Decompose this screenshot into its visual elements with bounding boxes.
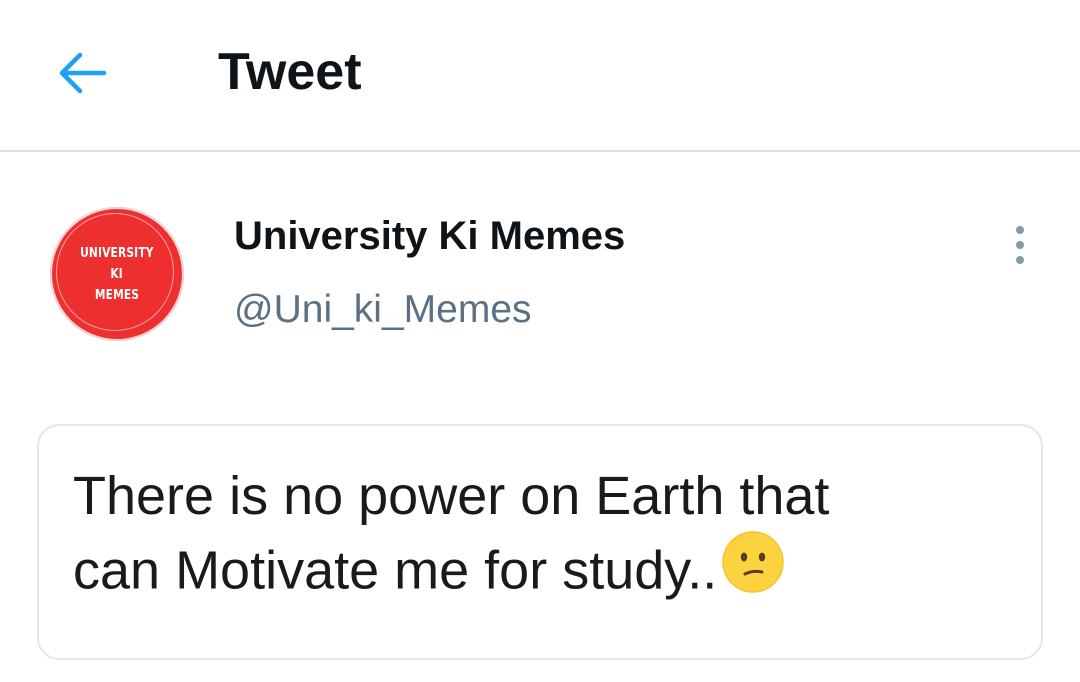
tweet-text-line-1: There is no power on Earth that [73,462,829,530]
tweet-text-line-2-content: can Motivate me for study.. [73,540,718,601]
tweet-text-line-1-content: There is no power on Earth that [73,466,830,526]
tweet-text-card: There is no power on Earth that can Moti… [37,424,1043,660]
more-vertical-icon-dot [1016,241,1024,249]
avatar[interactable]: UNIVERSITY KI MEMES [50,207,184,341]
arrow-left-icon [59,52,107,94]
tweet-author-row: UNIVERSITY KI MEMES University Ki Memes … [0,152,1080,412]
more-vertical-icon [1016,226,1024,234]
avatar-text-line-3: MEMES [94,287,140,303]
avatar-text-line-1: UNIVERSITY [80,245,154,261]
author-display-name[interactable]: University Ki Memes [234,210,625,262]
author-handle[interactable]: @Uni_ki_Memes [234,284,532,336]
tweet-text-line-2: can Motivate me for study.. [73,531,785,614]
avatar-text-line-2: KI [110,266,124,282]
more-options-button[interactable] [1000,220,1040,270]
more-vertical-icon-dot [1016,256,1024,264]
back-button[interactable] [50,44,114,102]
page-title: Tweet [218,43,362,101]
confused-face-emoji-icon [721,530,785,610]
top-app-bar: Tweet [0,0,1080,152]
